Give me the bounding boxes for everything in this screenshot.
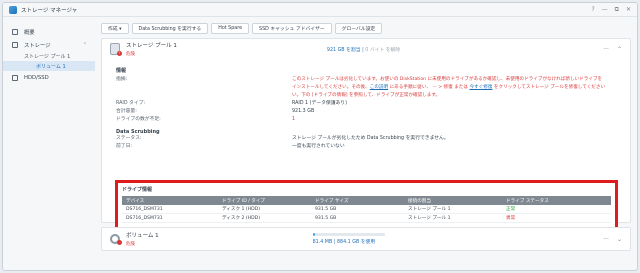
instructions-link[interactable]: この説明 [370,85,388,90]
capacity-free: | 0 バイト を解除 [362,47,401,53]
scrub-status-value: ストレージ プールが劣化したため Data Scrubbing を実行できません… [292,136,449,141]
repair-now-link[interactable]: 今すぐ修復 [469,85,492,90]
storage-pool-name: ストレージ プール 1 [126,43,177,49]
capacity-allocated: 921 GB を割当 [326,47,361,53]
global-settings-button[interactable]: グローバル設定 [334,23,383,34]
pool-header-controls: ··· ⌃ [603,46,622,53]
warning-badge-icon [117,240,122,245]
sidebar-item-overview[interactable]: 概要 [3,25,95,38]
drive-info-title: ドライブ情報 [122,187,153,193]
notice-label: 指摘: [116,77,128,82]
storage-pool-status: 危険 [126,52,135,57]
minimize-icon[interactable]: — [602,6,608,14]
raid-type-value: RAID 1 (データ保護あり) [292,101,347,106]
toolbar: 作成 ▾ Data Scrubbing を実行する Hot Spare SSD … [101,23,631,34]
more-actions-icon[interactable]: ··· [603,236,609,243]
main-content: 作成 ▾ Data Scrubbing を実行する Hot Spare SSD … [101,23,631,270]
sidebar-item-label: ストレージ [24,42,51,49]
run-data-scrubbing-button[interactable]: Data Scrubbing を実行する [131,23,209,34]
column-header[interactable]: ドライブ サイズ [315,198,408,204]
storage-pool-card: ! ストレージ プール 1 危険 921 GB を割当 | 0 バイト を解除 … [101,38,631,230]
raid-type-label: RAID タイプ: [116,101,146,106]
chevron-down-icon[interactable]: ⌄ [617,236,622,243]
storage-pool-header[interactable]: ! ストレージ プール 1 危険 921 GB を割当 | 0 バイト を解除 … [102,39,630,59]
volume-name: ボリューム 1 [126,233,159,239]
more-actions-icon[interactable]: ··· [603,46,609,53]
drive-id-cell: ディスク 2 (HDD) [222,216,261,221]
volume-usage-fill [312,233,315,236]
close-icon[interactable]: ✕ [626,6,631,14]
total-capacity-label: 合計容量: [116,109,137,114]
scrub-status-label: ステータス: [116,136,142,141]
degraded-notice: このストレージ プールは劣化しています。お使いの DiskStation に未使… [292,77,606,98]
drive-status-cell: 正常 [506,207,516,212]
volume-controls: ··· ⌄ [603,236,622,243]
sidebar-item-label: HDD/SSD [24,74,49,81]
sidebar-item-storage[interactable]: ストレージ ⌃ [3,38,95,51]
storage-icon [12,41,18,48]
warning-badge-icon: ! [117,51,122,56]
missing-drives-value: 1 [292,117,296,122]
storage-manager-window: ストレージ マネージャ ? — ⧉ ✕ 概要 ストレージ ⌃ ストレージ プール… [2,2,638,271]
volume-usage-bar [312,233,385,236]
help-icon[interactable]: ? [591,6,594,14]
sidebar-item-volume-1[interactable]: ボリューム 1 [3,61,95,71]
create-dropdown-button[interactable]: 作成 ▾ [101,23,129,34]
allocation-cell: ストレージ プール 1 [408,207,451,212]
sidebar-item-label: 概要 [24,29,35,36]
sidebar-item-storage-pool-1[interactable]: ストレージ プール 1 [3,51,95,61]
overview-icon [12,28,18,35]
column-header[interactable]: ドライブ ID / タイプ [222,198,315,204]
volume-card[interactable]: ボリューム 1 危険 81.4 MB | 884.1 GB を使用 ··· ⌄ [101,227,631,251]
column-header[interactable]: ドライブ ステータス [506,198,611,204]
hot-spare-button[interactable]: Hot Spare [211,23,250,34]
table-row[interactable]: DS716_DSM731 ディスク 1 (HDD) 931.5 GB ストレージ… [122,205,611,214]
missing-drives-label: ドライブの数が不足: [116,117,161,122]
sidebar: 概要 ストレージ ⌃ ストレージ プール 1 ボリューム 1 HDD/SSD [3,17,95,270]
volume-used: 81.4 MB [312,240,333,245]
window-controls: ? — ⧉ ✕ [591,6,631,14]
allocation-cell: ストレージ プール 1 [408,216,451,221]
column-header[interactable]: デバイス [126,198,222,204]
drive-table-header: デバイス ドライブ ID / タイプ ドライブ サイズ 接続の割当 ドライブ ス… [122,196,611,205]
table-row[interactable]: DS716_DSM731 ディスク 2 (HDD) 931.5 GB ストレージ… [122,214,611,223]
chevron-up-icon[interactable]: ⌃ [83,42,87,48]
chevron-up-icon[interactable]: ⌃ [617,46,622,53]
storage-pool-icon: ! [110,43,122,56]
drive-status-cell: 異常 [506,216,516,221]
storage-manager-app-icon [9,5,17,14]
drive-size-cell: 931.5 GB [315,206,337,212]
hdd-icon [12,74,18,81]
drive-size-cell: 931.5 GB [315,215,337,221]
volume-capacity: 81.4 MB | 884.1 GB を使用 [312,233,385,245]
volume-icon [110,234,122,245]
scrub-last-value: 一度も実行されていない [292,144,345,149]
drive-id-cell: ディスク 1 (HDD) [222,207,261,212]
drive-info-section: ドライブ情報 デバイス ドライブ ID / タイプ ドライブ サイズ 接続の割当… [115,180,618,230]
title-bar: ストレージ マネージャ ? — ⧉ ✕ [3,3,637,17]
info-section-title: 情報 [116,68,127,74]
ssd-cache-advisor-button[interactable]: SSD キャッシュ アドバイザー [252,23,332,34]
sidebar-item-hdd-ssd[interactable]: HDD/SSD [3,71,95,84]
volume-total: | 884.1 GB を使用 [333,240,376,245]
device-cell: DS716_DSM731 [126,215,163,221]
device-cell: DS716_DSM731 [126,206,163,212]
scrub-last-label: 前了日: [116,144,133,149]
window-title: ストレージ マネージャ [21,7,78,14]
storage-pool-capacity: 921 GB を割当 | 0 バイト を解除 [327,46,507,53]
storage-pool-info: 情報 指摘: このストレージ プールは劣化しています。お使いの DiskStat… [102,59,630,155]
total-capacity-value: 921.3 GB [292,109,315,114]
volume-status: 危険 [126,242,135,247]
maximize-icon[interactable]: ⧉ [615,6,619,14]
column-header[interactable]: 接続の割当 [408,198,506,204]
